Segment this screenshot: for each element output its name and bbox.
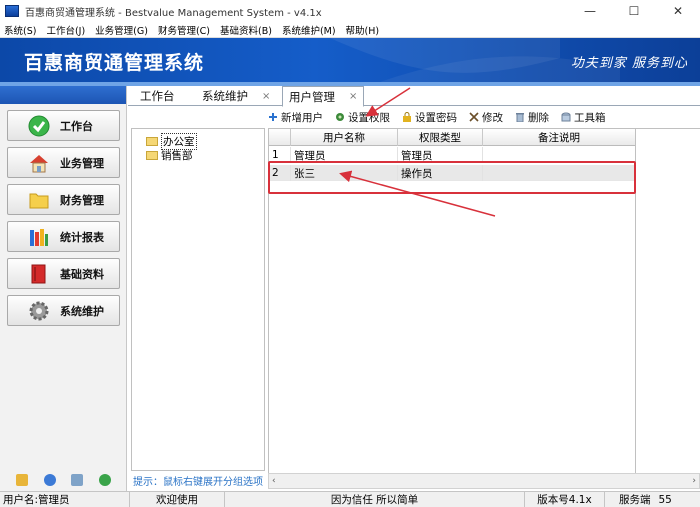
toolbox-icon xyxy=(561,112,571,122)
minimize-button[interactable]: — xyxy=(568,0,612,22)
edit-icon xyxy=(469,112,479,122)
scroll-right-icon[interactable]: › xyxy=(692,476,696,486)
app-banner: 百惠商贸通管理系统 功夫到家 服务到心 xyxy=(0,38,700,82)
banner-title: 百惠商贸通管理系统 xyxy=(24,52,205,74)
status-welcome: 欢迎使用 xyxy=(130,492,225,507)
table-empty-area xyxy=(636,128,700,489)
status-user: 用户名:管理员 xyxy=(0,492,130,507)
window-title: 百惠商贸通管理系统 - Bestvalue Management System … xyxy=(25,7,322,19)
tab-label: 用户管理 xyxy=(289,89,335,104)
nav-business-button[interactable]: 业务管理 xyxy=(7,147,120,178)
nav-finance-button[interactable]: 财务管理 xyxy=(7,184,120,215)
nav-label: 基础资料 xyxy=(60,267,104,281)
nav-maintenance-button[interactable]: 系统维护 xyxy=(7,295,120,326)
column-header-role[interactable]: 权限类型 xyxy=(398,129,483,146)
tab-label: 工作台 xyxy=(140,89,175,103)
edit-button[interactable]: 修改 xyxy=(469,110,503,125)
scroll-left-icon[interactable]: ‹ xyxy=(272,476,276,486)
tab-close-icon[interactable]: × xyxy=(262,91,270,102)
menu-workbench[interactable]: 工作台(J) xyxy=(46,23,85,37)
nav-workbench-button[interactable]: 工作台 xyxy=(7,110,120,141)
tree-hint: 提示：鼠标右键展开分组选项 xyxy=(133,476,263,488)
folder-icon xyxy=(146,137,158,146)
house-icon xyxy=(28,152,50,174)
column-header-username[interactable]: 用户名称 xyxy=(291,129,398,146)
book-icon xyxy=(28,263,50,285)
status-bar: 用户名:管理员 欢迎使用 因为信任 所以简单 版本号4.1x 服务端 55 xyxy=(0,491,700,507)
tab-maintenance[interactable]: 系统维护 × xyxy=(202,86,270,106)
nav-label: 系统维护 xyxy=(60,304,104,318)
menu-help[interactable]: 帮助(H) xyxy=(346,23,380,37)
close-button[interactable]: ✕ xyxy=(656,0,700,22)
department-tree: 办公室 销售部 xyxy=(131,128,265,471)
left-nav-panel: 工作台 业务管理 财务管理 统计报表 基础资料 系统维护 xyxy=(0,86,127,491)
menu-system[interactable]: 系统(S) xyxy=(4,23,36,37)
status-slogan: 因为信任 所以简单 xyxy=(225,492,525,507)
set-password-button[interactable]: 设置密码 xyxy=(402,110,457,125)
status-server-label: 服务端 xyxy=(619,494,651,506)
menu-bar: 系统(S) 工作台(J) 业务管理(G) 财务管理(C) 基础资料(B) 系统维… xyxy=(0,22,700,38)
maximize-button[interactable]: ☐ xyxy=(612,0,656,22)
left-panel-header xyxy=(0,86,126,104)
calculator-icon[interactable] xyxy=(71,474,84,486)
table-header: 用户名称 权限类型 备注说明 xyxy=(269,129,635,146)
annotation-highlight-box xyxy=(268,161,636,194)
status-server: 服务端 55 xyxy=(605,492,700,507)
tree-node-sales[interactable]: 销售部 xyxy=(146,148,193,163)
plus-icon xyxy=(268,112,278,122)
menu-maintenance[interactable]: 系统维护(M) xyxy=(282,23,336,37)
tab-bar: 工作台 系统维护 × 用户管理 × xyxy=(128,86,700,107)
note-icon[interactable] xyxy=(15,474,28,486)
folder-icon xyxy=(28,189,50,211)
horizontal-scrollbar[interactable]: ‹ › xyxy=(268,473,700,489)
delete-button[interactable]: 删除 xyxy=(515,110,549,125)
window-controls: — ☐ ✕ xyxy=(568,0,700,22)
nav-label: 工作台 xyxy=(60,119,93,133)
books-icon xyxy=(28,226,50,248)
nav-label: 业务管理 xyxy=(60,156,104,170)
permission-icon xyxy=(335,112,345,122)
user-toolbar: 新增用户 设置权限 设置密码 修改 删除 工具箱 xyxy=(268,108,700,126)
menu-business[interactable]: 业务管理(G) xyxy=(95,23,148,37)
nav-reports-button[interactable]: 统计报表 xyxy=(7,221,120,252)
nav-basic-data-button[interactable]: 基础资料 xyxy=(7,258,120,289)
info-icon[interactable] xyxy=(43,474,56,486)
trash-icon xyxy=(515,112,525,123)
status-server-value: 55 xyxy=(658,493,672,506)
add-user-button[interactable]: 新增用户 xyxy=(268,110,323,125)
banner-slogan: 功夫到家 服务到心 xyxy=(570,56,688,71)
menu-finance[interactable]: 财务管理(C) xyxy=(158,23,210,37)
nav-label: 财务管理 xyxy=(60,193,104,207)
left-panel-footer xyxy=(0,469,127,491)
tab-label: 系统维护 xyxy=(202,89,248,103)
folder-icon xyxy=(146,151,158,160)
nav-label: 统计报表 xyxy=(60,230,104,244)
title-bar: 百惠商贸通管理系统 - Bestvalue Management System … xyxy=(0,0,700,22)
set-permission-button[interactable]: 设置权限 xyxy=(335,110,390,125)
gear-icon xyxy=(28,300,50,322)
column-header-index[interactable] xyxy=(269,129,291,146)
check-icon xyxy=(28,115,50,137)
menu-basic-data[interactable]: 基础资料(B) xyxy=(220,23,272,37)
toolbox-button[interactable]: 工具箱 xyxy=(561,110,606,125)
app-icon xyxy=(5,5,19,17)
tab-workbench[interactable]: 工作台 xyxy=(140,86,175,106)
tab-close-icon[interactable]: × xyxy=(349,91,357,102)
lock-icon xyxy=(402,112,412,122)
status-version: 版本号4.1x xyxy=(525,492,605,507)
exit-icon[interactable] xyxy=(99,474,112,486)
column-header-note[interactable]: 备注说明 xyxy=(483,129,635,146)
tab-user-management[interactable]: 用户管理 × xyxy=(282,86,365,107)
